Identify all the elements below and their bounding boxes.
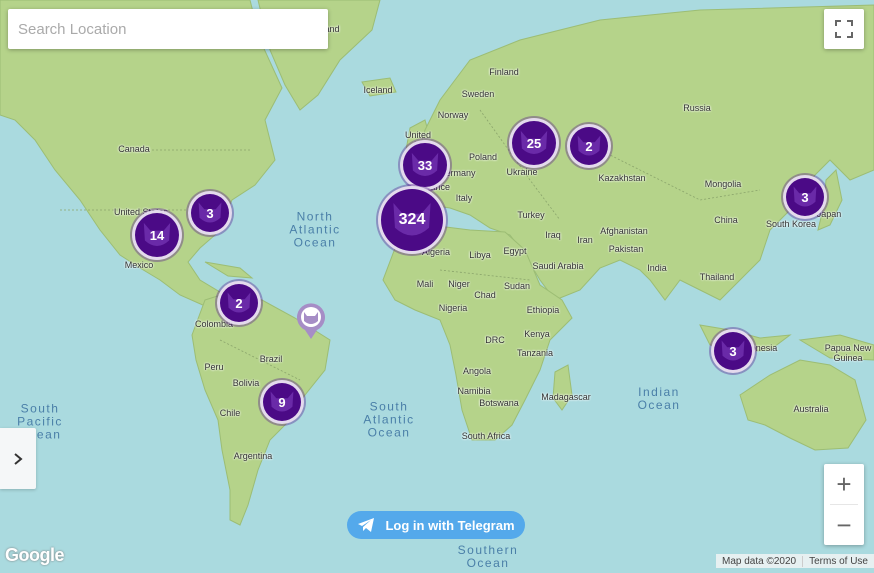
country-label: Mexico xyxy=(124,260,154,270)
ocean-label-south-atlantic: South Atlantic Ocean xyxy=(363,399,415,440)
cluster-marker[interactable]: 3 xyxy=(711,329,755,373)
country-label: Kazakhstan xyxy=(598,173,646,183)
country-label: Ethiopia xyxy=(526,305,560,315)
country-label: Pakistan xyxy=(608,244,644,254)
country-label: Afghanistan xyxy=(600,226,648,236)
cluster-count: 3 xyxy=(206,205,214,221)
country-label: Iceland xyxy=(363,85,393,95)
cluster-marker[interactable]: 2 xyxy=(567,124,611,168)
country-label: Peru xyxy=(204,362,224,372)
country-label: Niger xyxy=(448,279,470,289)
cluster-count: 3 xyxy=(801,189,809,205)
country-label: Iraq xyxy=(545,230,561,240)
telegram-login-button[interactable]: Log in with Telegram xyxy=(347,511,525,539)
country-label: China xyxy=(714,215,738,225)
country-label: Norway xyxy=(437,110,469,120)
country-label: Argentina xyxy=(233,451,273,461)
country-label: Iran xyxy=(577,235,593,245)
country-label: Namibia xyxy=(457,386,491,396)
country-label: Finland xyxy=(489,67,519,77)
cluster-marker[interactable]: 25 xyxy=(509,118,559,168)
country-label: Mongolia xyxy=(704,179,742,189)
country-label: Ukraine xyxy=(506,167,538,177)
country-label: Libya xyxy=(469,250,491,260)
google-logo: Google xyxy=(5,545,65,565)
minus-icon: − xyxy=(836,509,852,540)
cluster-marker[interactable]: 3 xyxy=(188,191,232,235)
country-label: DRC xyxy=(485,335,505,345)
country-label: Turkey xyxy=(517,210,545,220)
country-label: South Korea xyxy=(765,219,817,229)
country-label: Thailand xyxy=(699,272,735,282)
cluster-count: 9 xyxy=(278,394,286,410)
map-land-layer xyxy=(0,0,874,568)
cluster-count: 14 xyxy=(149,227,165,243)
sidebar-toggle-button[interactable] xyxy=(0,428,36,489)
country-label: Chile xyxy=(219,408,241,418)
cluster-marker[interactable]: 14 xyxy=(132,210,182,260)
country-label: Australia xyxy=(793,404,829,414)
fullscreen-button[interactable] xyxy=(824,9,864,49)
country-label: Brazil xyxy=(259,354,283,364)
cluster-count: 3 xyxy=(729,343,737,359)
country-label: Saudi Arabia xyxy=(532,261,584,271)
country-label: Bolivia xyxy=(232,378,260,388)
country-label: South Africa xyxy=(461,431,511,441)
country-label: Angola xyxy=(462,366,492,376)
country-label: Egypt xyxy=(503,246,527,256)
cluster-count: 33 xyxy=(417,157,433,173)
ocean-label-indian: Indian Ocean xyxy=(637,385,681,412)
cluster-marker[interactable]: 324 xyxy=(378,186,446,254)
search-input[interactable] xyxy=(8,9,328,49)
cluster-marker[interactable]: 9 xyxy=(260,380,304,424)
telegram-icon xyxy=(358,518,375,532)
country-label: Italy xyxy=(455,193,473,203)
cluster-count: 25 xyxy=(526,135,542,151)
cluster-marker[interactable]: 33 xyxy=(400,140,450,190)
cluster-count: 2 xyxy=(585,138,593,154)
cluster-count: 324 xyxy=(398,211,426,228)
country-label: Sweden xyxy=(461,89,495,99)
country-label: Botswana xyxy=(479,398,519,408)
user-location-pin-icon[interactable] xyxy=(296,302,326,340)
cluster-marker[interactable]: 3 xyxy=(783,175,827,219)
country-label: Kenya xyxy=(524,329,550,339)
telegram-login-label: Log in with Telegram xyxy=(385,517,515,533)
country-label: Mali xyxy=(416,279,434,289)
ocean-label-north-atlantic: North Atlantic Ocean xyxy=(289,209,341,250)
zoom-out-button[interactable]: − xyxy=(824,505,864,545)
map-attribution: Map data ©2020 Terms of Use xyxy=(716,554,874,568)
ocean-label-southern: Southern Ocean xyxy=(457,543,519,570)
map-data-text: Map data ©2020 xyxy=(722,555,797,567)
cluster-marker[interactable]: 2 xyxy=(217,281,261,325)
country-label: Chad xyxy=(474,290,496,300)
country-label: Madagascar xyxy=(541,392,591,402)
country-label: Nigeria xyxy=(438,303,468,313)
country-label: Canada xyxy=(118,144,150,154)
country-label: Sudan xyxy=(503,281,531,291)
country-label: Papua New Guinea xyxy=(824,343,872,363)
country-label: Russia xyxy=(683,103,711,113)
world-map[interactable] xyxy=(0,0,874,568)
zoom-control: + − xyxy=(824,464,864,545)
plus-icon: + xyxy=(836,468,852,499)
terms-link[interactable]: Terms of Use xyxy=(802,555,874,567)
chevron-right-icon xyxy=(14,452,23,465)
fullscreen-icon xyxy=(835,20,853,38)
cluster-count: 2 xyxy=(235,295,243,311)
country-label: Tanzania xyxy=(516,348,554,358)
country-label: Poland xyxy=(468,152,498,162)
country-label: India xyxy=(647,263,667,273)
zoom-in-button[interactable]: + xyxy=(824,464,864,504)
